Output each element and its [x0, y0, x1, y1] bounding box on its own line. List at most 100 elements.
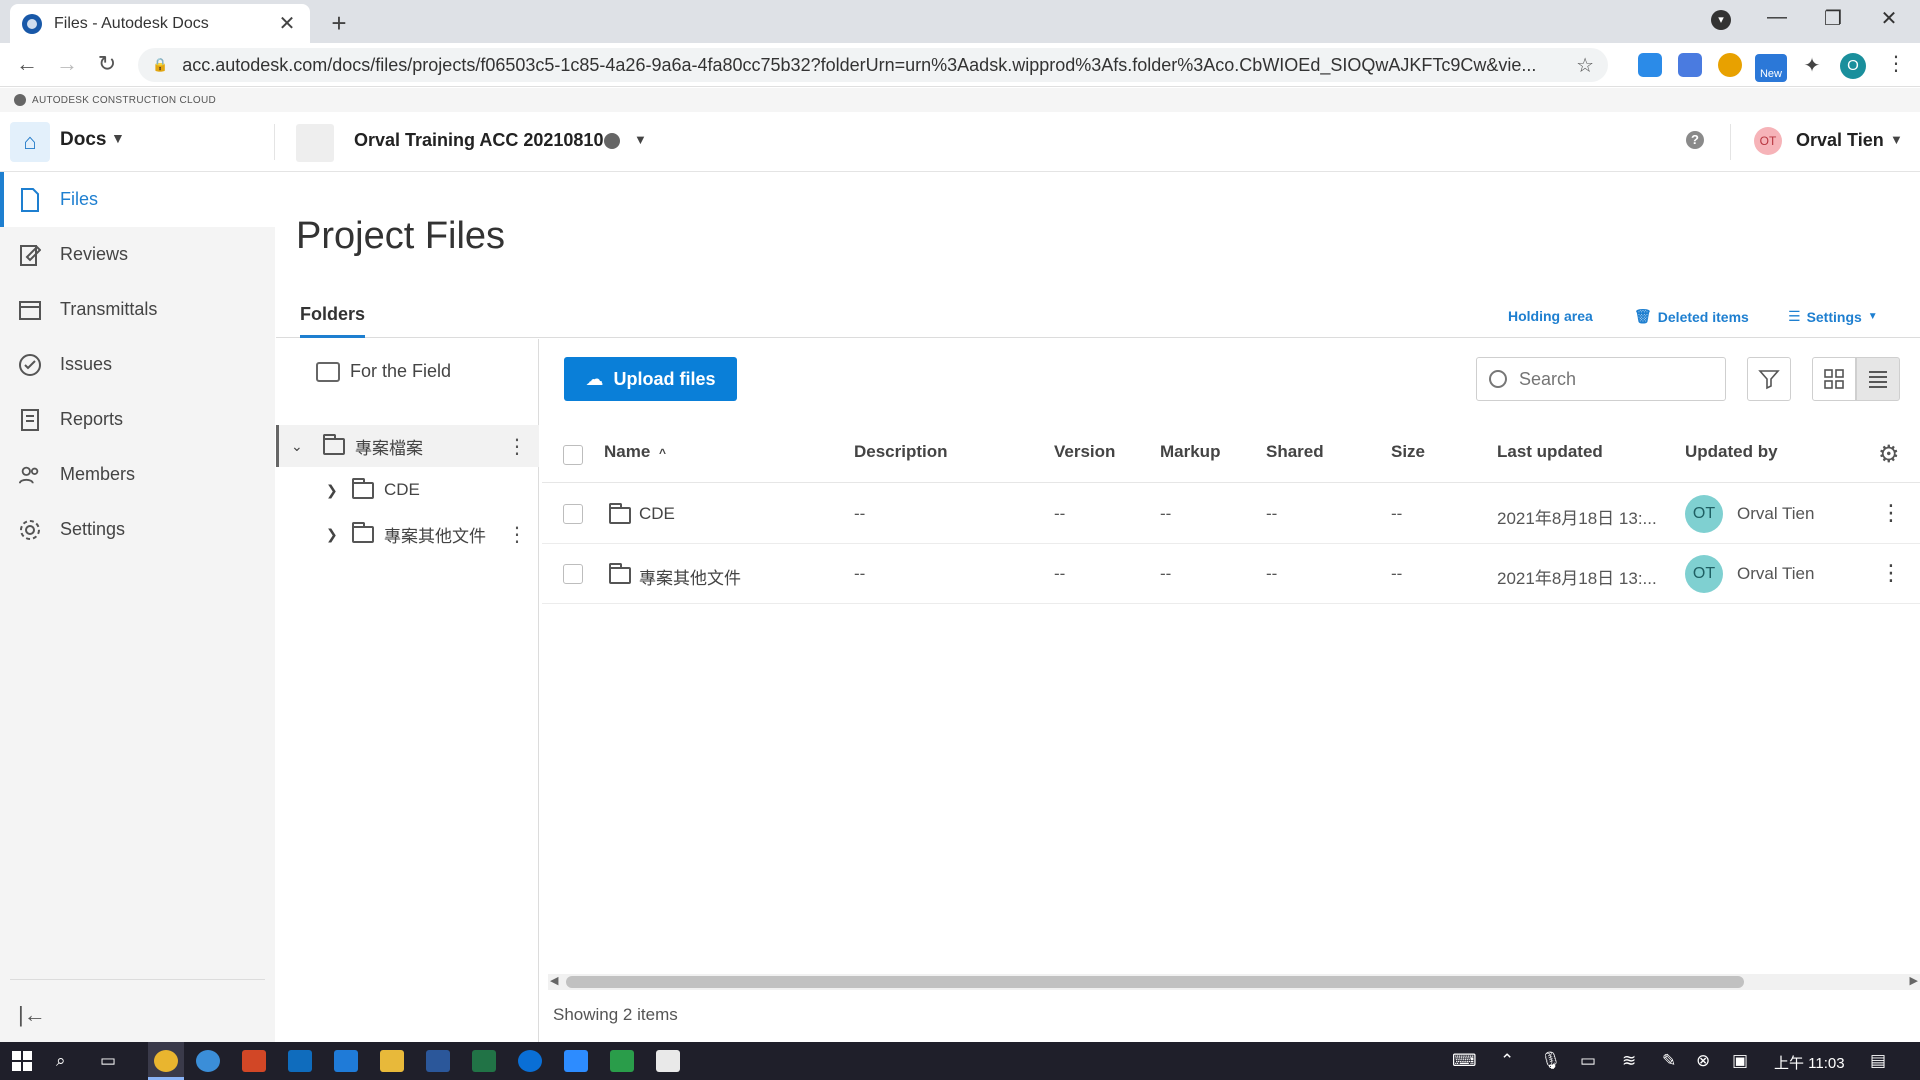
- nav-item-reviews[interactable]: Reviews: [0, 227, 275, 282]
- outlook-icon[interactable]: [288, 1050, 312, 1072]
- row-checkbox[interactable]: [563, 504, 583, 524]
- nav-item-settings[interactable]: Settings: [0, 502, 275, 557]
- user-avatar[interactable]: OT: [1754, 127, 1782, 155]
- for-the-field-button[interactable]: For the Field: [316, 361, 451, 382]
- new-tab-button[interactable]: +: [325, 8, 353, 39]
- nav-item-files[interactable]: Files: [0, 172, 275, 227]
- nav-item-reports[interactable]: Reports: [0, 392, 275, 447]
- microphone-icon[interactable]: 🎙: [1540, 1051, 1562, 1071]
- back-arrow-icon[interactable]: ←: [12, 51, 42, 77]
- search-icon[interactable]: ⌕: [56, 1051, 66, 1071]
- more-options-icon[interactable]: ⋮: [507, 434, 527, 459]
- url-field[interactable]: 🔒 acc.autodesk.com/docs/files/projects/f…: [138, 48, 1608, 82]
- user-menu[interactable]: Orval Tien: [1796, 130, 1884, 151]
- column-header-shared[interactable]: Shared: [1266, 442, 1324, 462]
- photos-icon[interactable]: [334, 1050, 358, 1072]
- powerpoint-icon[interactable]: [242, 1050, 266, 1072]
- taskbar-clock[interactable]: 上午 11:03: [1774, 1052, 1845, 1073]
- chevron-up-icon[interactable]: ⌃: [1500, 1051, 1514, 1071]
- column-header-version[interactable]: Version: [1054, 442, 1115, 462]
- file-explorer-icon[interactable]: [380, 1050, 404, 1072]
- column-header-name[interactable]: Name ^: [604, 442, 666, 462]
- new-badge-extension-icon[interactable]: New: [1755, 54, 1787, 82]
- nav-item-members[interactable]: Members: [0, 447, 275, 502]
- chrome-icon[interactable]: [154, 1050, 178, 1072]
- column-header-markup[interactable]: Markup: [1160, 442, 1220, 462]
- chevron-down-icon[interactable]: ▼: [111, 130, 125, 146]
- collapse-nav-icon[interactable]: |←: [18, 1002, 46, 1028]
- app-icon[interactable]: [610, 1050, 634, 1072]
- select-all-checkbox[interactable]: [563, 445, 583, 465]
- excel-icon[interactable]: [472, 1050, 496, 1072]
- scroll-right-arrow-icon[interactable]: ▶: [1910, 974, 1918, 987]
- help-icon[interactable]: ?: [1686, 131, 1704, 149]
- chevron-down-icon[interactable]: ⌄: [291, 438, 303, 455]
- browser-profile-avatar[interactable]: O: [1840, 53, 1866, 79]
- wifi-icon[interactable]: ≋: [1622, 1051, 1636, 1071]
- row-more-options-icon[interactable]: ⋮: [1880, 500, 1902, 526]
- zoom-icon[interactable]: [564, 1050, 588, 1072]
- windows-start-icon[interactable]: [12, 1051, 32, 1071]
- tree-item-cde[interactable]: ❯ CDE: [276, 469, 539, 511]
- word-icon[interactable]: [426, 1050, 450, 1072]
- chevron-right-icon[interactable]: ❯: [326, 526, 338, 543]
- extension-1-icon[interactable]: [1638, 53, 1662, 77]
- column-header-last-updated[interactable]: Last updated: [1497, 442, 1603, 462]
- window-restore-button[interactable]: ❐: [1818, 6, 1848, 31]
- search-field[interactable]: [1476, 357, 1726, 401]
- search-input[interactable]: [1519, 368, 1699, 390]
- project-selector[interactable]: Orval Training ACC 20210810: [354, 130, 603, 151]
- horizontal-scrollbar[interactable]: ◀ ▶: [548, 974, 1920, 990]
- edge-icon[interactable]: [196, 1050, 220, 1072]
- extensions-puzzle-icon[interactable]: ✦: [1800, 53, 1824, 77]
- chevron-right-icon[interactable]: ❯: [326, 482, 338, 499]
- project-chevron-down-icon[interactable]: ▼: [634, 132, 647, 147]
- upload-files-button[interactable]: ☁ Upload files: [564, 357, 737, 401]
- column-header-updated-by[interactable]: Updated by: [1685, 442, 1778, 462]
- file-name-link[interactable]: 專案其他文件: [639, 564, 741, 589]
- browser-search-tabs-icon[interactable]: ▾: [1711, 10, 1731, 30]
- onedrive-icon[interactable]: [518, 1050, 542, 1072]
- window-close-button[interactable]: ✕: [1874, 6, 1904, 31]
- input-method-icon[interactable]: ▣: [1732, 1051, 1748, 1071]
- grid-view-button[interactable]: [1812, 357, 1856, 401]
- bookmark-star-icon[interactable]: ☆: [1576, 53, 1594, 78]
- volume-muted-icon[interactable]: ⊗: [1696, 1051, 1710, 1071]
- tree-item-root[interactable]: ⌄ 專案檔案 ⋮: [276, 425, 539, 467]
- row-checkbox[interactable]: [563, 564, 583, 584]
- shield-extension-icon[interactable]: [1718, 53, 1742, 77]
- pen-icon[interactable]: ✎: [1662, 1051, 1676, 1071]
- reload-icon[interactable]: ↻: [92, 51, 122, 77]
- battery-icon[interactable]: ▭: [1580, 1051, 1596, 1071]
- more-options-icon[interactable]: ⋮: [507, 522, 527, 547]
- scroll-left-arrow-icon[interactable]: ◀: [550, 974, 558, 987]
- deleted-items-link[interactable]: 🗑 Deleted items: [1634, 308, 1749, 325]
- forward-arrow-icon[interactable]: →: [52, 51, 82, 77]
- file-name-link[interactable]: CDE: [639, 504, 675, 524]
- user-chevron-down-icon[interactable]: ▼: [1890, 132, 1903, 147]
- tab-folders[interactable]: Folders: [300, 304, 366, 338]
- settings-dropdown[interactable]: ☰ Settings ▼: [1788, 308, 1878, 325]
- translate-extension-icon[interactable]: [1678, 53, 1702, 77]
- autodesk-app-icon[interactable]: [656, 1050, 680, 1072]
- tab-close-icon[interactable]: ✕: [276, 11, 298, 36]
- list-view-button[interactable]: [1856, 357, 1900, 401]
- nav-item-transmittals[interactable]: Transmittals: [0, 282, 275, 337]
- tree-item-other-docs[interactable]: ❯ 專案其他文件 ⋮: [276, 513, 539, 555]
- holding-area-link[interactable]: Holding area: [1508, 308, 1593, 324]
- column-header-description[interactable]: Description: [854, 442, 948, 462]
- row-more-options-icon[interactable]: ⋮: [1880, 560, 1902, 586]
- window-minimize-button[interactable]: —: [1762, 6, 1792, 29]
- docs-logo-icon[interactable]: ⌂: [10, 122, 50, 162]
- filter-button[interactable]: [1747, 357, 1791, 401]
- column-header-size[interactable]: Size: [1391, 442, 1425, 462]
- browser-tab[interactable]: Files - Autodesk Docs ✕: [10, 4, 310, 43]
- browser-menu-kebab-icon[interactable]: ⋮: [1886, 51, 1906, 76]
- product-switcher[interactable]: Docs: [60, 129, 106, 151]
- notifications-icon[interactable]: ▤: [1870, 1051, 1886, 1071]
- task-view-icon[interactable]: ▭: [100, 1051, 116, 1071]
- scrollbar-thumb[interactable]: [566, 976, 1744, 988]
- keyboard-icon[interactable]: ⌨: [1452, 1051, 1477, 1071]
- column-settings-gear-icon[interactable]: ⚙: [1878, 440, 1900, 469]
- nav-item-issues[interactable]: Issues: [0, 337, 275, 392]
